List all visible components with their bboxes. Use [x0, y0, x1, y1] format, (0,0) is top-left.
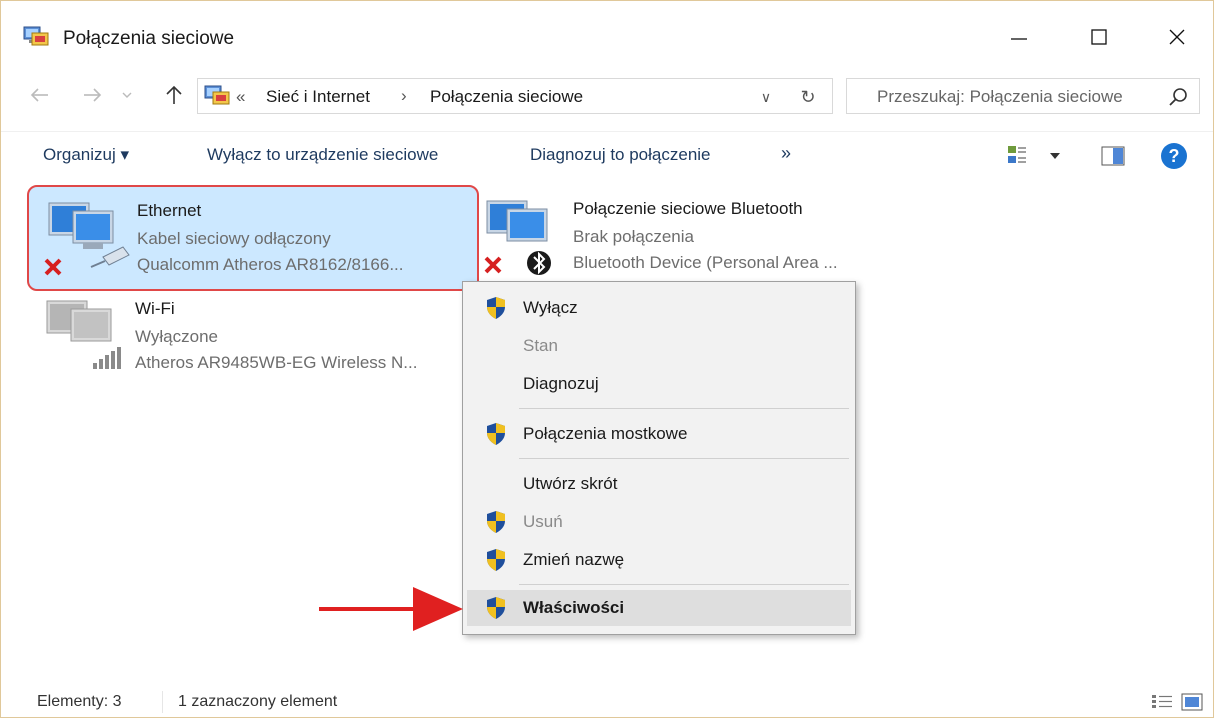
wifi-adapter-icon [46, 300, 121, 369]
back-arrow-icon [30, 88, 48, 102]
connection-wifi[interactable]: Wi-Fi Wyłączone Atheros AR9485WB-EG Wire… [27, 285, 467, 385]
connection-name: Wi-Fi [135, 299, 175, 318]
close-button[interactable] [1157, 19, 1197, 55]
menu-item-create-shortcut[interactable]: Utwórz skrót [467, 466, 851, 502]
network-connections-icon [204, 85, 230, 105]
chevron-down-icon [122, 92, 132, 98]
search-input[interactable]: Przeszukaj: Połączenia sieciowe [846, 78, 1200, 114]
uac-shield-icon [487, 549, 505, 571]
explorer-window: Połączenia sieciowe « Sieć i Internet › … [0, 0, 1214, 718]
context-menu: Wyłącz Stan Diagnozuj Połączenia mostkow… [462, 281, 856, 635]
menu-item-label: Wyłącz [523, 298, 578, 317]
menu-item-label: Utwórz skrót [523, 474, 618, 493]
large-icons-view-icon[interactable] [1181, 693, 1203, 711]
title-bar: Połączenia sieciowe [1, 1, 1213, 71]
search-icon [1169, 88, 1187, 106]
disconnected-x-icon [484, 256, 502, 274]
breadcrumb-network-internet[interactable]: Sieć i Internet [266, 87, 370, 107]
connection-status: Wyłączone [135, 327, 218, 346]
details-view-icon[interactable] [1151, 693, 1173, 711]
organize-button[interactable]: Organizuj ▾ [43, 145, 129, 165]
minimize-icon [1011, 38, 1027, 40]
menu-item-diagnose[interactable]: Diagnozuj [467, 366, 851, 402]
uac-shield-icon [487, 423, 505, 445]
more-commands-button[interactable]: » [781, 143, 791, 164]
up-button[interactable] [161, 81, 187, 109]
menu-separator [519, 458, 849, 459]
connection-ethernet[interactable]: Ethernet Kabel sieciowy odłączony Qualco… [27, 185, 479, 291]
connection-device: Qualcomm Atheros AR8162/8166... [137, 255, 404, 274]
breadcrumb-separator[interactable]: › [401, 86, 407, 106]
uac-shield-icon [487, 297, 505, 319]
change-view-icon[interactable] [1006, 142, 1066, 170]
back-button[interactable] [27, 81, 53, 109]
network-connections-icon [23, 26, 49, 46]
breadcrumb-network-connections[interactable]: Połączenia sieciowe [430, 87, 583, 107]
breadcrumb-overflow[interactable]: « [236, 87, 245, 107]
annotation-arrow-icon [319, 587, 463, 631]
menu-item-disable[interactable]: Wyłącz [467, 290, 851, 326]
help-icon[interactable]: ? [1161, 143, 1187, 169]
connection-device: Bluetooth Device (Personal Area ... [573, 253, 838, 272]
up-arrow-icon [166, 85, 182, 104]
diagnose-connection-button[interactable]: Diagnozuj to połączenie [530, 145, 711, 165]
uac-shield-icon [487, 597, 505, 619]
item-count: Elementy: 3 [37, 693, 122, 710]
connection-bluetooth[interactable]: Połączenie sieciowe Bluetooth Brak połąc… [481, 185, 921, 285]
connection-name: Ethernet [137, 201, 202, 220]
forward-arrow-icon [84, 88, 102, 102]
menu-item-label: Zmień nazwę [523, 550, 625, 569]
minimize-button[interactable] [999, 19, 1039, 55]
preview-pane-icon[interactable] [1101, 146, 1125, 166]
status-bar: Elementy: 3 1 zaznaczony element [1, 681, 1213, 717]
connection-status: Brak połączenia [573, 227, 694, 246]
menu-separator [519, 408, 849, 409]
uac-shield-icon [487, 511, 505, 533]
connection-name: Połączenie sieciowe Bluetooth [573, 199, 803, 218]
navigation-bar: « Sieć i Internet › Połączenia sieciowe … [1, 73, 1213, 117]
maximize-icon [1091, 29, 1107, 45]
search-placeholder: Przeszukaj: Połączenia sieciowe [877, 87, 1123, 106]
selection-count: 1 zaznaczony element [178, 693, 338, 710]
forward-button[interactable] [79, 81, 105, 109]
window-title: Połączenia sieciowe [63, 28, 235, 49]
menu-item-label: Właściwości [523, 598, 625, 617]
menu-item-label: Usuń [523, 512, 563, 531]
disable-device-button[interactable]: Wyłącz to urządzenie sieciowe [207, 145, 438, 165]
refresh-button[interactable]: ↻ [794, 84, 822, 110]
menu-item-bridge-connections[interactable]: Połączenia mostkowe [467, 416, 851, 452]
menu-item-label: Diagnozuj [523, 374, 599, 393]
status-divider [162, 691, 163, 713]
close-icon [1169, 29, 1185, 45]
menu-item-label: Połączenia mostkowe [523, 424, 688, 443]
maximize-button[interactable] [1079, 19, 1119, 55]
menu-item-rename[interactable]: Zmień nazwę [467, 542, 851, 578]
menu-item-properties[interactable]: Właściwości [467, 590, 851, 626]
menu-separator [519, 584, 849, 585]
menu-item-status[interactable]: Stan [467, 328, 851, 364]
menu-item-delete[interactable]: Usuń [467, 504, 851, 540]
disconnected-x-icon [44, 258, 62, 276]
command-bar: Organizuj ▾ Wyłącz to urządzenie sieciow… [1, 131, 1213, 181]
recent-locations-button[interactable] [119, 81, 135, 109]
address-dropdown-button[interactable]: ∨ [754, 86, 778, 108]
connection-status: Kabel sieciowy odłączony [137, 229, 331, 248]
address-bar[interactable]: « Sieć i Internet › Połączenia sieciowe … [197, 78, 833, 114]
connection-device: Atheros AR9485WB-EG Wireless N... [135, 353, 418, 372]
menu-item-label: Stan [523, 336, 558, 355]
